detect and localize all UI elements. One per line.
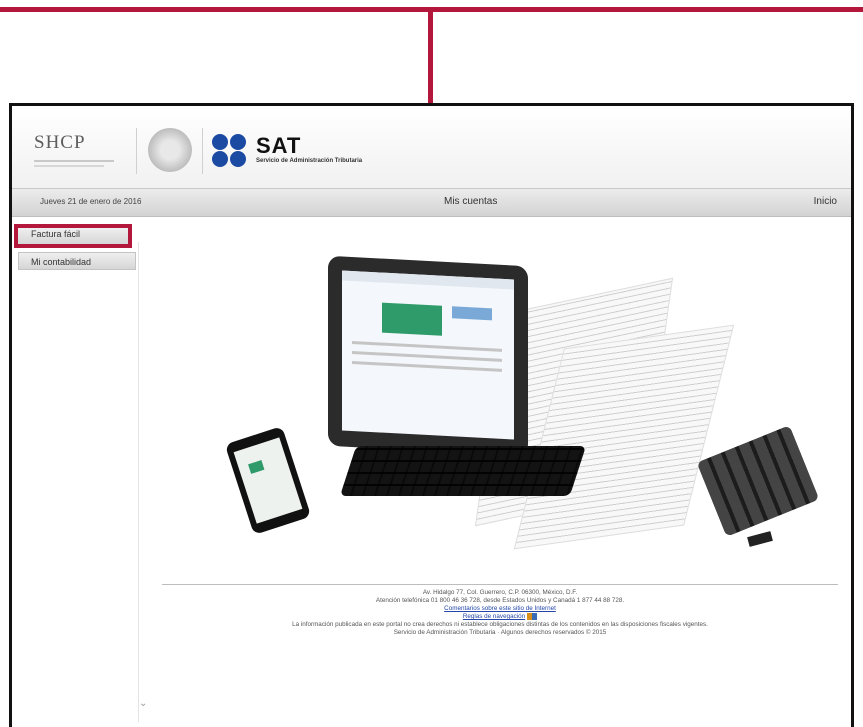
sidebar-scrollbar[interactable] [138,242,151,722]
phone-image [224,426,312,535]
header-divider [202,128,203,174]
sidebar-item-mi-contabilidad[interactable]: Mi contabilidad [18,252,136,270]
accessibility-badge-icon [527,613,538,620]
chevron-down-icon[interactable]: ⌄ [139,698,147,709]
sat-title: SAT [256,133,302,158]
site-footer: Av. Hidalgo 77, Col. Guerrero, C.P. 0630… [162,588,838,636]
tablet-image [328,255,528,457]
sat-logo-icon[interactable] [212,134,252,168]
sidebar: Factura fácil Mi contabilidad [14,224,148,724]
screenshot-frame: SHCP SAT Servicio de Administración Trib… [9,103,854,727]
keyboard-image [339,446,587,496]
shcp-subline [34,165,104,167]
calculator-image [696,425,820,537]
nav-rules-link[interactable]: Reglas de navegación [463,613,525,620]
footer-disclaimer: La información publicada en este portal … [292,621,708,629]
shcp-subline [34,160,114,162]
usb-drive-image [747,531,773,547]
footer-copyright: Servicio de Administración Tributaria · … [393,629,607,637]
national-seal-icon [148,128,192,172]
shcp-title: SHCP [34,132,86,153]
mis-cuentas-link[interactable]: Mis cuentas [444,196,497,207]
nav-bar: Jueves 21 de enero de 2016 Mis cuentas I… [12,188,851,217]
header-divider [136,128,137,174]
sat-subtitle: Servicio de Administración Tributaria [256,158,363,164]
comments-link[interactable]: Comentarios sobre este sitio de Internet [444,605,556,612]
current-date: Jueves 21 de enero de 2016 [40,197,142,206]
tablet-screen [342,270,514,440]
inicio-link[interactable]: Inicio [814,196,837,207]
devices-illustration [208,251,828,551]
shcp-logo[interactable]: SHCP [34,132,130,167]
site-header: SHCP SAT Servicio de Administración Trib… [12,106,851,188]
sidebar-item-factura-facil[interactable]: Factura fácil [14,224,132,248]
footer-divider [162,584,838,585]
footer-address: Av. Hidalgo 77, Col. Guerrero, C.P. 0630… [422,589,578,596]
footer-phone: Atención telefónica 01 800 46 36 728, de… [375,597,625,604]
